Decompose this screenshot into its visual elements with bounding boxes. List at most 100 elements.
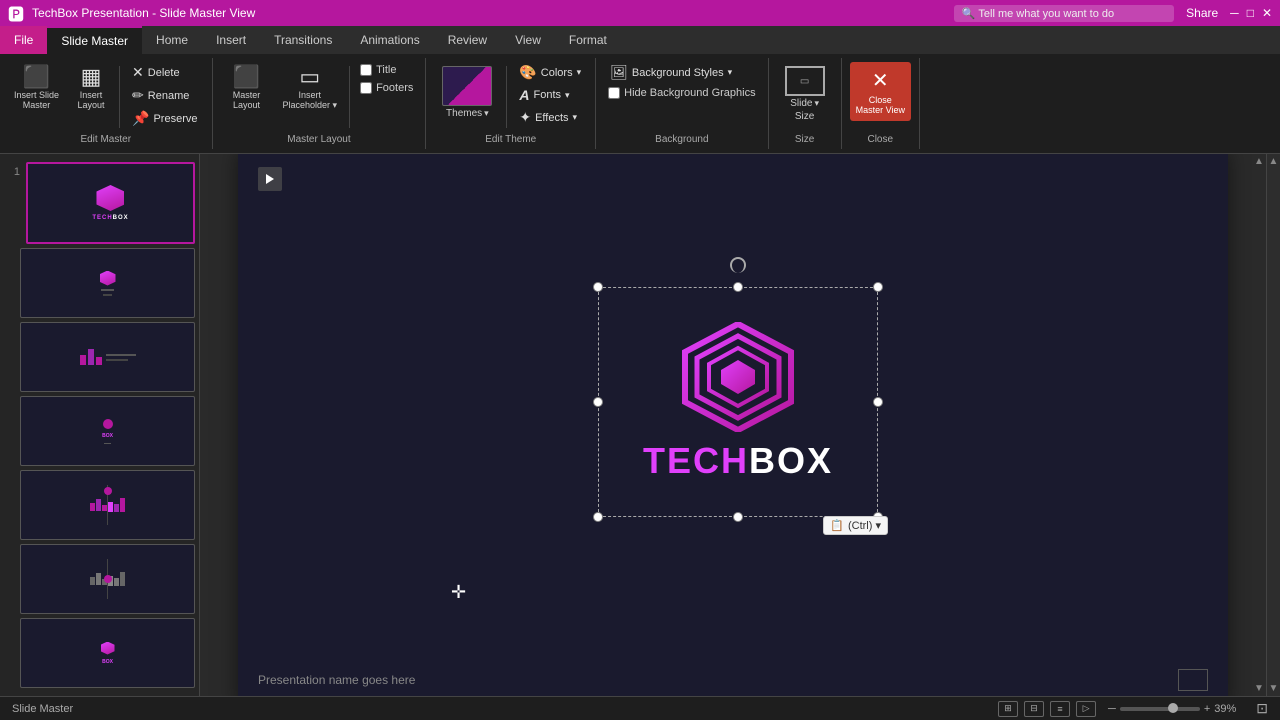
handle-bottom-center[interactable]: [733, 512, 743, 522]
background-styles-button[interactable]: 🖼 Background Styles ▾: [604, 62, 759, 83]
handle-bottom-left[interactable]: [593, 512, 603, 522]
slide-canvas[interactable]: TECHBOX 📋 (Ctrl) ▾ ✛ Presentation name g…: [238, 154, 1228, 696]
footer-presentation-name: Presentation name goes here: [258, 673, 415, 687]
outer-scroll-down[interactable]: ▼: [1269, 683, 1279, 694]
slide-size-label: Slide ▾: [790, 98, 819, 109]
zoom-in-button[interactable]: +: [1204, 703, 1210, 715]
tab-transitions[interactable]: Transitions: [260, 26, 346, 54]
slide-thumb-1[interactable]: TECHBOX: [26, 162, 195, 244]
slide-panel[interactable]: 1 TECHBOX: [0, 154, 200, 696]
slide-thumb-2[interactable]: [20, 248, 195, 318]
close-master-view-button[interactable]: ✕ CloseMaster View: [850, 62, 911, 121]
footer-page-box: [1178, 669, 1208, 691]
handle-top-right[interactable]: [873, 282, 883, 292]
themes-button[interactable]: Themes ▾: [434, 62, 500, 123]
minimize-button[interactable]: ─: [1230, 6, 1239, 20]
footers-checkbox[interactable]: [360, 82, 372, 94]
close-button[interactable]: ✕: [1262, 6, 1272, 20]
slide-thumb-5[interactable]: [20, 470, 195, 540]
tab-file[interactable]: File: [0, 26, 47, 54]
slide-thumb-3[interactable]: [20, 322, 195, 392]
tab-insert[interactable]: Insert: [202, 26, 260, 54]
thumb-1-text: TECHBOX: [92, 215, 128, 221]
zoom-out-button[interactable]: ─: [1108, 703, 1116, 715]
thumb-5-content: [84, 479, 131, 531]
normal-view-icon[interactable]: ⊞: [998, 701, 1018, 717]
slide-sorter-icon[interactable]: ⊟: [1024, 701, 1044, 717]
zoom-slider[interactable]: [1120, 707, 1200, 711]
maximize-button[interactable]: □: [1247, 6, 1254, 20]
rename-button[interactable]: ✏ Rename: [126, 85, 203, 106]
handle-top-center[interactable]: [733, 282, 743, 292]
footers-checkbox-label[interactable]: Footers: [356, 80, 417, 96]
fit-to-window-button[interactable]: ⊡: [1256, 700, 1268, 717]
fonts-button[interactable]: A Fonts ▾: [513, 85, 587, 105]
thumb-7-text: BOX: [102, 659, 113, 665]
tab-animations[interactable]: Animations: [346, 26, 433, 54]
tab-slide-master[interactable]: Slide Master: [47, 26, 142, 54]
status-bar: Slide Master ⊞ ⊟ ≡ ▷ ─ + 39% ⊡: [0, 696, 1280, 720]
ribbon-tabs: File Slide Master Home Insert Transition…: [0, 26, 1280, 54]
status-right: ⊞ ⊟ ≡ ▷ ─ + 39% ⊡: [998, 700, 1268, 717]
slide-size-icon: ▭: [785, 66, 825, 96]
search-box[interactable]: 🔍 Tell me what you want to do: [954, 5, 1174, 22]
slideshow-icon[interactable]: ▷: [1076, 701, 1096, 717]
bg-styles-dropdown-arrow: ▾: [728, 67, 733, 78]
rename-icon: ✏: [132, 87, 144, 104]
handle-top-left[interactable]: [593, 282, 603, 292]
slide-size-button[interactable]: ▭ Slide ▾ Size: [777, 62, 833, 126]
background-styles-icon: 🖼: [610, 64, 628, 81]
share-button[interactable]: Share: [1186, 6, 1218, 20]
tab-view[interactable]: View: [501, 26, 555, 54]
colors-button[interactable]: 🎨 Colors ▾: [513, 62, 587, 83]
handle-mid-left[interactable]: [593, 397, 603, 407]
tab-format[interactable]: Format: [555, 26, 621, 54]
master-layout-button[interactable]: ⬛ MasterLayout: [221, 62, 273, 114]
thumb-7-hex: [101, 642, 115, 655]
tab-home[interactable]: Home: [142, 26, 202, 54]
outer-scrollbar-right[interactable]: ▲ ▼: [1266, 154, 1280, 696]
ribbon-group-size: ▭ Slide ▾ Size Size: [769, 58, 842, 149]
canvas-scrollbar-right[interactable]: ▲ ▼: [1252, 154, 1266, 696]
effects-button[interactable]: ✦ Effects ▾: [513, 107, 587, 128]
rename-label: Rename: [148, 90, 190, 102]
play-button[interactable]: [258, 167, 282, 191]
insert-placeholder-button[interactable]: ▭ InsertPlaceholder ▾: [277, 62, 344, 115]
slide-thumb-7[interactable]: BOX: [20, 618, 195, 688]
insert-slide-master-button[interactable]: ⬛ Insert SlideMaster: [8, 62, 65, 114]
slide-thumb-container-4: BOX: [20, 396, 195, 466]
preserve-button[interactable]: 📌 Preserve: [126, 108, 203, 129]
ctrl-tooltip[interactable]: 📋 (Ctrl) ▾: [823, 516, 888, 535]
logo-selected-container[interactable]: TECHBOX 📋 (Ctrl) ▾: [598, 287, 878, 517]
thumb-6-content: [84, 553, 131, 605]
title-checkbox-label[interactable]: Title: [356, 62, 417, 78]
delete-button[interactable]: ✕ Delete: [126, 62, 203, 83]
thumb-3-lines: [106, 354, 136, 361]
scroll-up-arrow[interactable]: ▲: [1254, 156, 1264, 167]
slide-thumb-container-2: [20, 248, 195, 318]
window-controls[interactable]: ─ □ ✕: [1230, 6, 1272, 20]
close-content: ✕ CloseMaster View: [850, 62, 911, 132]
themes-label: Themes ▾: [446, 108, 489, 119]
tab-review[interactable]: Review: [434, 26, 501, 54]
title-checkbox[interactable]: [360, 64, 372, 76]
rotate-handle[interactable]: [730, 257, 746, 273]
title-bar-right: 🔍 Tell me what you want to do Share ─ □ …: [954, 5, 1272, 22]
hide-bg-graphics-checkbox[interactable]: [608, 87, 620, 99]
canvas-area[interactable]: TECHBOX 📋 (Ctrl) ▾ ✛ Presentation name g…: [200, 154, 1266, 696]
slide-thumb-6[interactable]: [20, 544, 195, 614]
status-left: Slide Master: [12, 703, 73, 715]
hide-bg-graphics-label[interactable]: Hide Background Graphics: [604, 85, 759, 101]
thumb-3-bars: [80, 349, 102, 365]
slide-thumb-4[interactable]: BOX: [20, 396, 195, 466]
insert-layout-button[interactable]: ▦ InsertLayout: [69, 62, 113, 114]
edit-master-content: ⬛ Insert SlideMaster ▦ InsertLayout ✕ De…: [8, 62, 204, 132]
slide-number-1: 1: [4, 162, 20, 178]
scroll-down-arrow[interactable]: ▼: [1254, 683, 1264, 694]
thumb-5-right: [108, 498, 125, 512]
thumb-3-bar1: [80, 355, 86, 365]
reading-view-icon[interactable]: ≡: [1050, 701, 1070, 717]
title-bar-filename: TechBox Presentation - Slide Master View: [32, 6, 255, 20]
handle-mid-right[interactable]: [873, 397, 883, 407]
outer-scroll-up[interactable]: ▲: [1269, 156, 1279, 167]
